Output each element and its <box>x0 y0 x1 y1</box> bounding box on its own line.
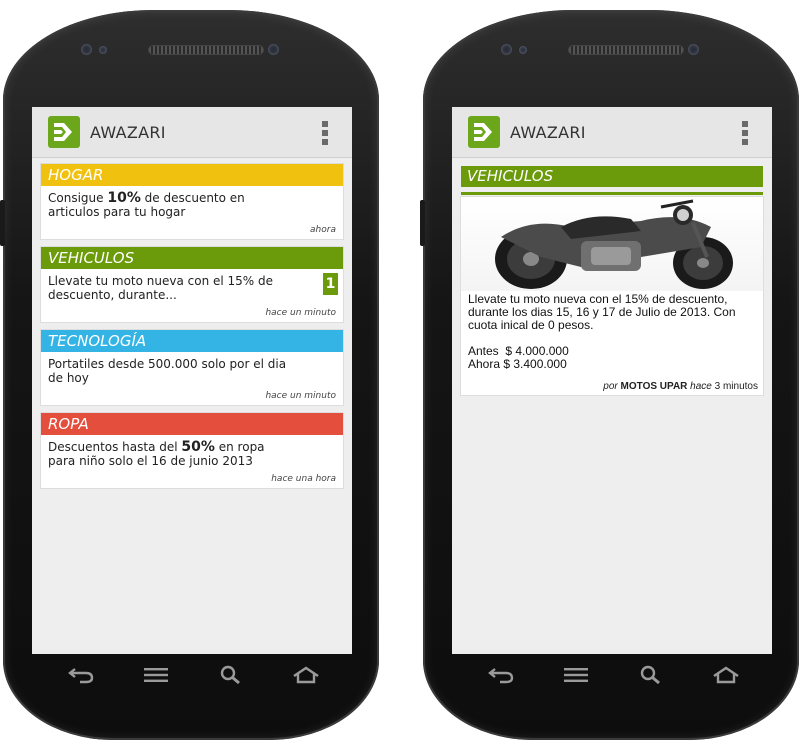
menu-icon[interactable] <box>138 662 174 688</box>
deal-description: Llevate tu moto nueva con el 15% de desc… <box>468 292 736 332</box>
deal-time: hace un minuto <box>265 308 336 318</box>
front-camera <box>81 44 92 55</box>
app-title: AWAZARI <box>510 122 586 142</box>
category-divider <box>461 192 763 195</box>
detail-screen: AWAZARI VEHICULOS Llevate tu moto nueva … <box>452 107 772 654</box>
deal-time: hace un minuto <box>265 391 336 401</box>
motorcycle-photo <box>461 197 763 291</box>
deal-card-vehiculos[interactable]: VEHICULOS Llevate tu moto nueva con el 1… <box>41 247 343 322</box>
front-camera <box>501 44 512 55</box>
volume-button <box>420 200 425 246</box>
light-sensor <box>688 44 699 55</box>
system-nav-bar <box>43 660 343 690</box>
sensor <box>519 46 527 54</box>
system-nav-bar <box>463 660 763 690</box>
deal-card-tecnologia[interactable]: TECNOLOGÍA Portatiles desde 500.000 solo… <box>41 330 343 405</box>
deal-list: HOGAR Consigue 10% de descuento en artic… <box>32 158 352 502</box>
phone-device-left: AWAZARI HOGAR Consigue 10% de descuento … <box>0 10 379 740</box>
time-value: 3 minutos <box>714 381 758 392</box>
home-icon[interactable] <box>708 662 744 688</box>
app-logo-icon[interactable] <box>468 116 500 148</box>
search-icon[interactable] <box>633 662 669 688</box>
category-header: VEHICULOS <box>41 247 343 269</box>
list-screen: AWAZARI HOGAR Consigue 10% de descuento … <box>32 107 352 654</box>
category-header: TECNOLOGÍA <box>41 330 343 352</box>
category-header: VEHICULOS <box>461 166 763 187</box>
category-header: ROPA <box>41 413 343 435</box>
price-now: Ahora $ 3.400.000 <box>468 357 567 371</box>
overflow-menu-icon[interactable] <box>322 121 330 145</box>
deal-time: hace una hora <box>271 474 336 484</box>
volume-button <box>0 200 5 246</box>
deal-card-ropa[interactable]: ROPA Descuentos hasta del 50% en ropa pa… <box>41 413 343 488</box>
back-icon[interactable] <box>63 662 99 688</box>
deal-detail-card: Llevate tu moto nueva con el 15% de desc… <box>461 197 763 395</box>
home-icon[interactable] <box>288 662 324 688</box>
deal-time: ahora <box>310 225 336 235</box>
unread-count-badge: 1 <box>323 273 338 295</box>
light-sensor <box>268 44 279 55</box>
search-icon[interactable] <box>213 662 249 688</box>
action-bar: AWAZARI <box>32 107 352 158</box>
deal-text: Llevate tu moto nueva con el 15% de desc… <box>48 274 274 302</box>
app-logo-icon[interactable] <box>48 116 80 148</box>
deal-text: Consigue 10% de descuento en articulos p… <box>48 190 245 219</box>
deal-text: Descuentos hasta del 50% en ropa para ni… <box>48 439 265 468</box>
price-block: Antes $ 4.000.000 Ahora $ 3.400.000 <box>461 343 763 371</box>
earpiece-speaker <box>149 46 263 54</box>
merchant-line: por MOTOS UPAR hace 3 minutos <box>461 371 763 395</box>
deal-card-hogar[interactable]: HOGAR Consigue 10% de descuento en artic… <box>41 164 343 239</box>
category-header: HOGAR <box>41 164 343 186</box>
deal-text: Portatiles desde 500.000 solo por el dia… <box>48 357 287 385</box>
menu-icon[interactable] <box>558 662 594 688</box>
app-title: AWAZARI <box>90 122 166 142</box>
phone-device-right: AWAZARI VEHICULOS Llevate tu moto nueva … <box>420 10 799 740</box>
merchant-name[interactable]: MOTOS UPAR <box>621 381 688 392</box>
deal-detail: VEHICULOS Llevate tu moto nueva con el 1… <box>452 158 772 403</box>
by-prefix: por <box>603 381 618 392</box>
overflow-menu-icon[interactable] <box>742 121 750 145</box>
back-icon[interactable] <box>483 662 519 688</box>
action-bar: AWAZARI <box>452 107 772 158</box>
time-prefix: hace <box>690 381 712 392</box>
sensor <box>99 46 107 54</box>
earpiece-speaker <box>569 46 683 54</box>
